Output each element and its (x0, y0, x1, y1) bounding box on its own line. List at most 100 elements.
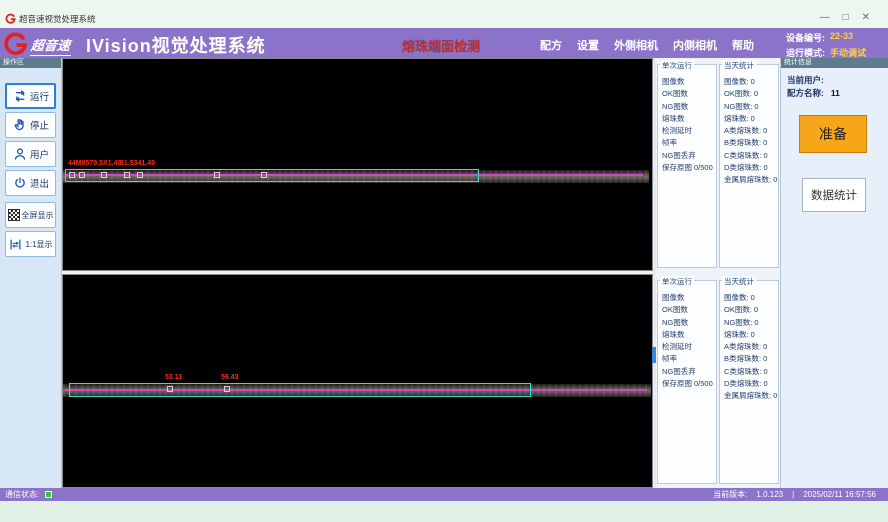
stat-row: 保存原图0/500 (662, 376, 715, 388)
stat-label: 熔珠数 (662, 114, 685, 123)
app-icon (5, 13, 16, 24)
stat-label: A类熔珠数: (724, 126, 761, 135)
stat-label: 熔珠数: (724, 114, 749, 123)
stat-value: 0 (754, 102, 758, 111)
recipe-name-row: 配方名称:11 (787, 87, 840, 99)
current-user-row: 当前用户: (787, 74, 831, 86)
group-daily-bottom: 当天统计 图像数:0 OK图数:0 NG图数:0 (719, 280, 779, 484)
one-to-one-icon (8, 237, 23, 252)
stat-value: 0 (763, 138, 767, 147)
sidebar-item-label: 运行 (30, 89, 49, 103)
fullscreen-grid-icon (8, 209, 20, 221)
stat-label: OK图数: (724, 305, 752, 314)
stat-label: OK图数 (662, 305, 688, 314)
sidebar-item-run[interactable]: 运行 (5, 83, 56, 109)
window-title: 超音速视觉处理系统 (19, 13, 96, 25)
stat-row: NG图数:0 (724, 99, 777, 111)
device-info: 设备编号: 22-33 运行模式: 手动调试 (786, 31, 866, 59)
group-single-run-bottom: 单次运行 图像数 OK图数 NG图数 熔珠数 (657, 280, 717, 484)
status-separator: | (792, 490, 794, 499)
stat-row: A类熔珠数:0 (724, 123, 777, 135)
annotation-label: 44M8579.5X1.49 (68, 160, 121, 167)
stat-label: 保存原图 (662, 163, 692, 172)
group-single-run-top: 单次运行 图像数 OK图数 NG图数 熔珠数 (657, 64, 717, 268)
device-number-value: 22-33 (830, 31, 866, 44)
sidebar-item-label: 退出 (30, 176, 49, 190)
stat-row: 帧率 (662, 135, 715, 147)
menu-item[interactable]: 帮助 (732, 37, 754, 53)
menu-item[interactable]: 内侧相机 (673, 37, 717, 53)
stat-row: OK图数:0 (724, 302, 777, 314)
stat-value: 0 (764, 163, 768, 172)
menu-item[interactable]: 配方 (540, 37, 562, 53)
sidebar-item-fullscreen[interactable]: 全屏显示 (5, 202, 56, 228)
stat-value: 0 (773, 175, 777, 184)
sidebar-item-exit[interactable]: 退出 (5, 170, 56, 196)
camera-viewport-bottom[interactable]: 53.11 56.43 (62, 274, 653, 488)
device-number-label: 设备编号: (786, 31, 825, 44)
stat-row: 图像数 (662, 74, 715, 86)
stat-label: NG图数 (662, 318, 688, 327)
stat-label: 图像数: (724, 77, 749, 86)
stat-row: NG图数:0 (724, 315, 777, 327)
recipe-name-label: 配方名称: (787, 88, 824, 98)
logo-swirl-icon (3, 31, 28, 56)
stat-value: 0 (754, 305, 758, 314)
stat-row: OK图数 (662, 302, 715, 314)
stat-row: 帧率 (662, 351, 715, 363)
sidebar-item-one-to-one[interactable]: 1:1显示 (5, 231, 56, 257)
sidebar-title: 操作区 (0, 58, 61, 68)
stat-value: 0 (763, 342, 767, 351)
user-icon (12, 146, 28, 162)
stat-rows: 图像数:0 OK图数:0 NG图数:0 熔珠数:0 A类 (724, 74, 777, 185)
stat-label: C类熔珠数: (724, 367, 762, 376)
stat-row: B类熔珠数:0 (724, 351, 777, 363)
power-icon (12, 175, 28, 191)
stat-label: NG图数: (724, 102, 752, 111)
minimize-button[interactable]: — (820, 11, 830, 25)
stat-row: B类熔珠数:0 (724, 135, 777, 147)
stat-row: D类熔珠数:0 (724, 376, 777, 388)
stat-rows: 图像数 OK图数 NG图数 熔珠数 检测延时 (662, 290, 715, 388)
stat-label: B类熔珠数: (724, 354, 761, 363)
measure-box (137, 172, 143, 178)
stat-row: NG图数 (662, 315, 715, 327)
stat-label: 金属屑熔珠数: (724, 391, 771, 400)
menu-item[interactable]: 外侧相机 (614, 37, 658, 53)
measure-box (69, 172, 75, 178)
stat-row: 图像数:0 (724, 290, 777, 302)
stat-label: 熔珠数: (724, 330, 749, 339)
annotation-label: 31.5341.49 (120, 160, 155, 167)
measure-box (214, 172, 220, 178)
maximize-button[interactable]: □ (843, 11, 849, 25)
stat-label: 图像数: (724, 293, 749, 302)
app-title: IVision视觉处理系统 (86, 32, 266, 58)
stop-hand-icon (12, 117, 28, 133)
sidebar-item-user[interactable]: 用户 (5, 141, 56, 167)
stat-label: C类熔珠数: (724, 151, 762, 160)
stat-row: NG图丢弃 (662, 364, 715, 376)
stat-label: 金属屑熔珠数: (724, 175, 771, 184)
stat-value: 0 (764, 379, 768, 388)
page-title: 熔珠端面检测 (402, 36, 480, 55)
group-title: 单次运行 (660, 60, 694, 71)
brand-name: 超音速 (30, 35, 73, 56)
sidebar-item-label: 1:1显示 (25, 239, 52, 250)
camera-viewport-top[interactable]: 44M8579.5X1.49 31.5341.49 (62, 58, 653, 271)
close-button[interactable]: ✕ (862, 11, 870, 25)
stat-value: 0/500 (694, 379, 713, 388)
sidebar-item-stop[interactable]: 停止 (5, 112, 56, 138)
version-label: 当前版本: (713, 489, 747, 500)
stat-label: 检测延时 (662, 342, 692, 351)
app-window: 超音速视觉处理系统 — □ ✕ 超音速 IVision视觉处理系统 熔珠端面检测… (0, 0, 888, 522)
measure-box (101, 172, 107, 178)
stat-label: B类熔珠数: (724, 138, 761, 147)
stat-label: A类熔珠数: (724, 342, 761, 351)
stat-label: D类熔珠数: (724, 379, 762, 388)
menu-item[interactable]: 设置 (577, 37, 599, 53)
data-stats-button[interactable]: 数据统计 (802, 178, 866, 212)
measure-box (124, 172, 130, 178)
prepare-button[interactable]: 准备 (799, 115, 867, 153)
stat-row: NG图丢弃 (662, 148, 715, 160)
version-value: 1.0.123 (756, 490, 783, 499)
